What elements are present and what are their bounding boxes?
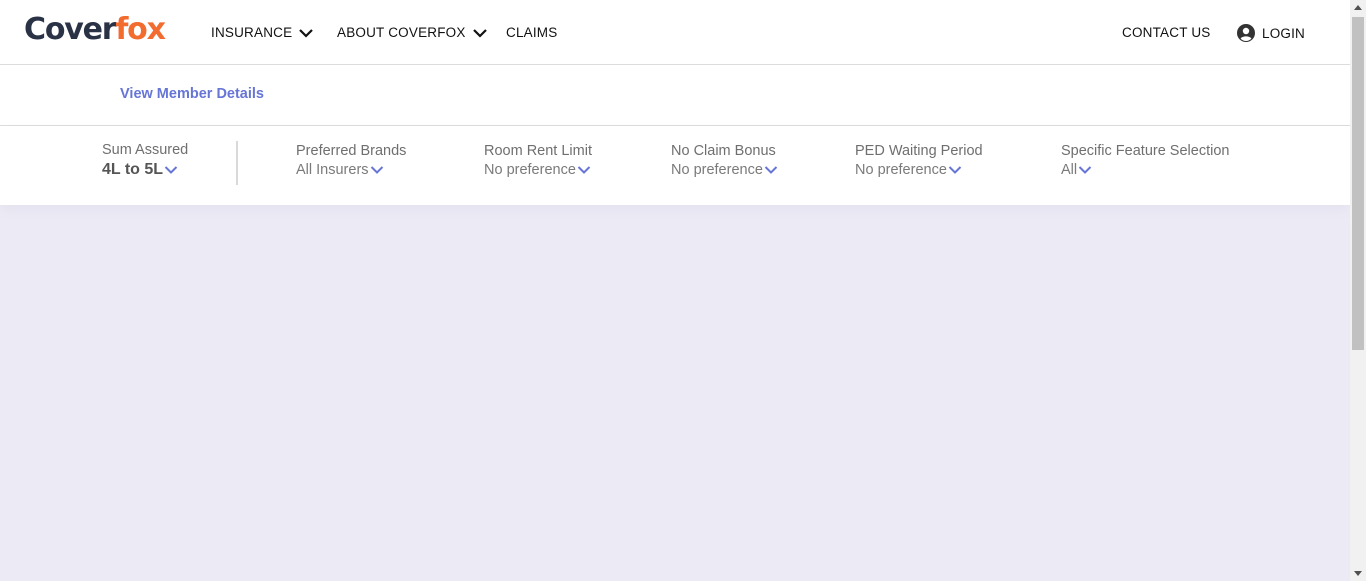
filter-preferred-brands[interactable]: Preferred Brands All Insurers	[296, 143, 406, 178]
filter-label: Preferred Brands	[296, 143, 407, 159]
logo-text-part1: Cover	[24, 12, 117, 47]
login-label: LOGIN	[1262, 25, 1306, 41]
login-button[interactable]: LOGIN	[1237, 24, 1305, 42]
chevron-down-icon	[299, 28, 314, 38]
filter-ped-waiting-period[interactable]: PED Waiting Period No preference	[855, 143, 983, 178]
filter-bar: Sum Assured 4L to 5L Preferred Brands Al…	[0, 126, 1350, 205]
vertical-scrollbar[interactable]	[1350, 0, 1366, 581]
chevron-down-icon	[1078, 166, 1092, 174]
scroll-up-arrow-icon[interactable]	[1354, 5, 1362, 10]
filter-value: 4L to 5L	[102, 161, 188, 179]
chevron-down-icon	[577, 166, 591, 174]
scrollbar-thumb[interactable]	[1352, 17, 1364, 350]
nav-contact-us[interactable]: CONTACT US	[1122, 25, 1211, 40]
chevron-down-icon	[472, 28, 487, 38]
filter-value-text: All Insurers	[296, 162, 369, 178]
filter-no-claim-bonus[interactable]: No Claim Bonus No preference	[671, 143, 778, 178]
nav-about-label: ABOUT COVERFOX	[337, 25, 466, 40]
scroll-down-arrow-icon[interactable]	[1354, 571, 1362, 576]
filter-label: PED Waiting Period	[855, 143, 983, 159]
filter-label: No Claim Bonus	[671, 143, 776, 159]
filter-value-text: All	[1061, 162, 1078, 178]
chevron-down-icon	[764, 166, 778, 174]
filter-divider	[236, 141, 238, 185]
filter-value-text: No preference	[855, 162, 947, 178]
filter-label: Specific Feature Selection	[1061, 143, 1230, 159]
chevron-down-icon	[370, 166, 383, 174]
chevron-down-icon	[948, 166, 962, 174]
nav-contact-label: CONTACT US	[1122, 25, 1211, 40]
filter-value: All Insurers	[296, 162, 406, 178]
filter-sum-assured[interactable]: Sum Assured 4L to 5L	[102, 142, 188, 179]
user-circle-icon	[1237, 24, 1255, 42]
nav-about-coverfox[interactable]: ABOUT COVERFOX	[337, 25, 488, 40]
filter-value: No preference	[855, 162, 983, 178]
nav-insurance[interactable]: INSURANCE	[211, 25, 314, 40]
top-navbar: Cover fox INSURANCE ABOUT COVERFOX CLAIMS…	[0, 0, 1350, 65]
filter-value-text: No preference	[671, 162, 763, 178]
filter-value: All	[1061, 162, 1229, 178]
page: Cover fox INSURANCE ABOUT COVERFOX CLAIMS…	[0, 0, 1350, 581]
coverfox-logo[interactable]: Cover fox	[24, 12, 166, 48]
filter-value: No preference	[671, 162, 778, 178]
nav-claims[interactable]: CLAIMS	[506, 25, 557, 40]
filter-label: Sum Assured	[102, 142, 189, 158]
filter-label: Room Rent Limit	[484, 143, 592, 159]
filter-value-text: No preference	[484, 162, 576, 178]
filter-room-rent-limit[interactable]: Room Rent Limit No preference	[484, 143, 592, 178]
filter-value: No preference	[484, 162, 592, 178]
filter-specific-feature[interactable]: Specific Feature Selection All	[1061, 143, 1229, 178]
nav-claims-label: CLAIMS	[506, 25, 558, 40]
logo-text-part2: fox	[115, 12, 166, 47]
filter-value-text: 4L to 5L	[102, 161, 164, 178]
view-member-details-link[interactable]: View Member Details	[120, 86, 264, 102]
chevron-down-icon	[164, 166, 178, 174]
member-details-bar: View Member Details	[0, 65, 1350, 126]
nav-insurance-label: INSURANCE	[211, 25, 293, 40]
